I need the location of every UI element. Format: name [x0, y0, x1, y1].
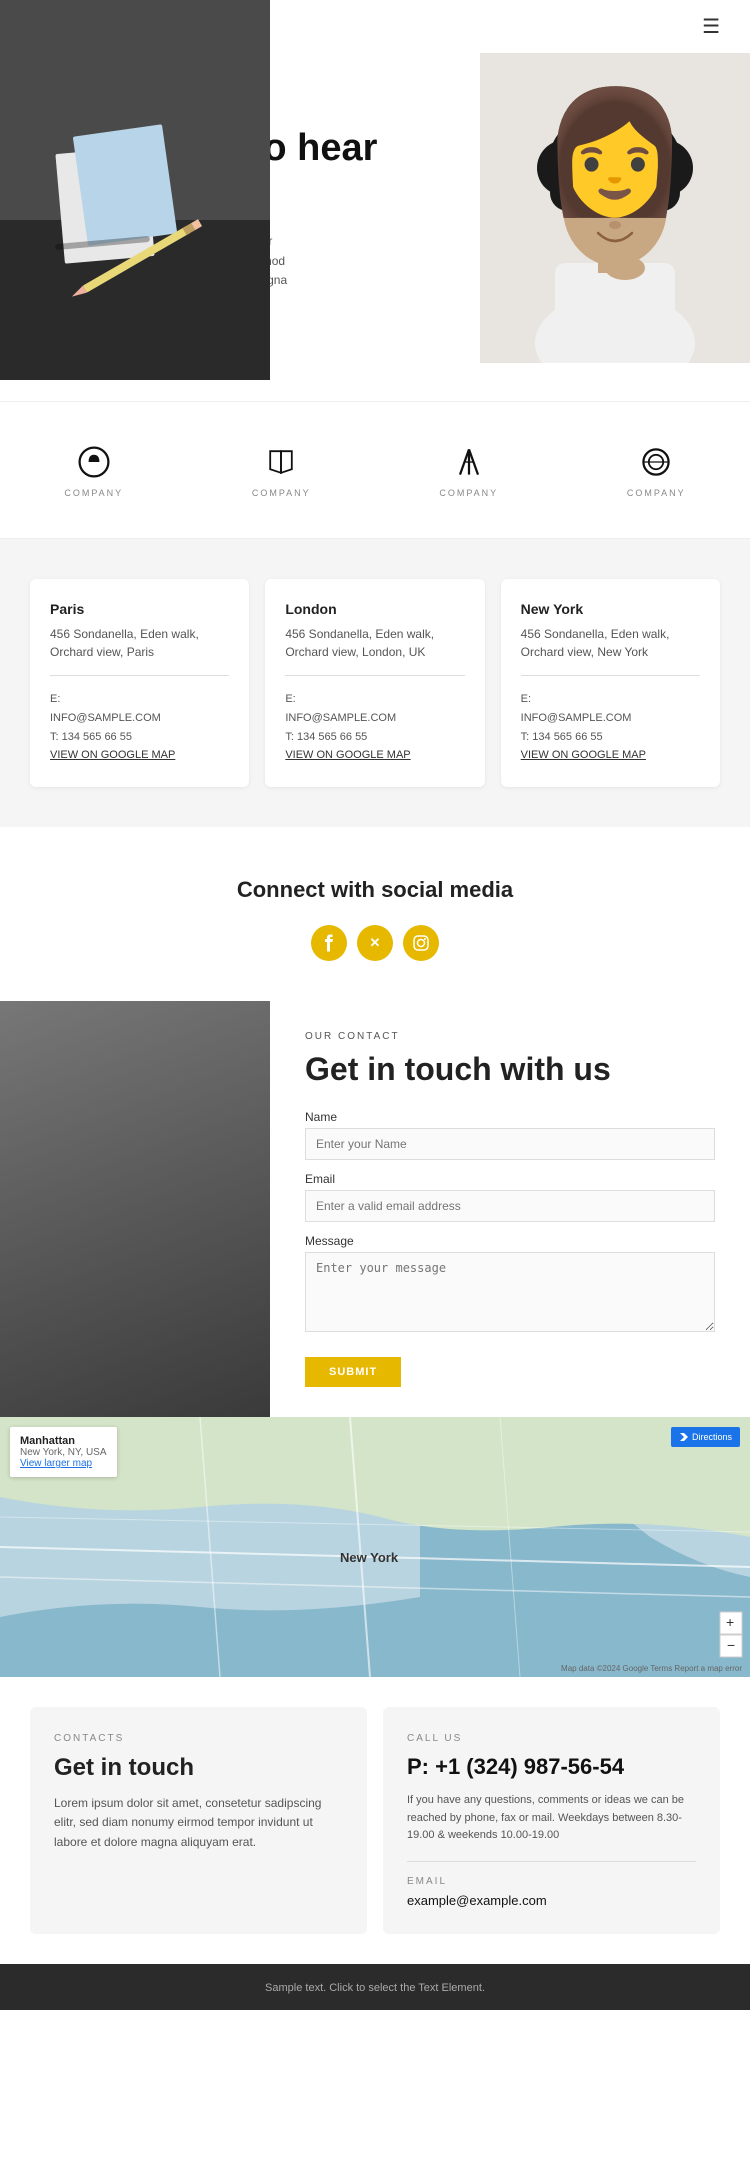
- london-map-link[interactable]: VIEW ON GOOGLE MAP: [285, 749, 410, 761]
- london-phone-label: T:: [285, 731, 294, 743]
- name-input[interactable]: [305, 1128, 715, 1160]
- message-label: Message: [305, 1234, 715, 1248]
- x-twitter-icon[interactable]: ✕: [357, 925, 393, 961]
- map-info-overlay: Manhattan New York, NY, USA View larger …: [10, 1427, 117, 1477]
- london-email: INFO@SAMPLE.COM: [285, 712, 396, 724]
- location-addr-london: 456 Sondanella, Eden walk, Orchard view,…: [285, 625, 464, 661]
- facebook-icon[interactable]: [311, 925, 347, 961]
- logo-label-2: COMPANY: [252, 488, 311, 498]
- logos-section: COMPANY COMPANY COMPANY: [0, 401, 750, 539]
- message-textarea[interactable]: [305, 1252, 715, 1332]
- email-input[interactable]: [305, 1190, 715, 1222]
- location-contact-newyork: E: INFO@SAMPLE.COM T: 134 565 66 55 VIEW…: [521, 690, 700, 765]
- call-us-card: CALL US P: +1 (324) 987-56-54 If you hav…: [383, 1707, 720, 1934]
- social-section: Connect with social media ✕: [0, 827, 750, 1001]
- london-email-label: E:: [285, 693, 295, 705]
- submit-button[interactable]: SUBMIT: [305, 1357, 401, 1387]
- map-placeholder: New York + − Manhattan New York, NY, USA…: [0, 1417, 750, 1677]
- map-copyright: Map data ©2024 Google Terms Report a map…: [561, 1664, 742, 1673]
- location-city-paris: Paris: [50, 601, 229, 617]
- contact-form-tag: OUR CONTACT: [305, 1031, 715, 1042]
- location-contact-paris: E: INFO@SAMPLE.COM T: 134 565 66 55 VIEW…: [50, 690, 229, 765]
- email-address: example@example.com: [407, 1893, 696, 1908]
- contact-form-title: Get in touch with us: [305, 1050, 715, 1088]
- map-state: New York, NY, USA: [20, 1447, 107, 1458]
- logo-label-3: COMPANY: [439, 488, 498, 498]
- logo-icon-4: [636, 442, 676, 482]
- map-directions-button[interactable]: Directions: [671, 1427, 740, 1447]
- contact-form-right: OUR CONTACT Get in touch with us Name Em…: [270, 1001, 750, 1417]
- contact-form-image: [0, 1001, 270, 1417]
- london-phone: 134 565 66 55: [297, 731, 367, 743]
- location-card-london: London 456 Sondanella, Eden walk, Orchar…: [265, 579, 484, 787]
- form-group-name: Name: [305, 1110, 715, 1160]
- logo-label-1: COMPANY: [64, 488, 123, 498]
- form-group-message: Message: [305, 1234, 715, 1337]
- logo-item-4: COMPANY: [563, 432, 750, 508]
- hero-image: [480, 53, 750, 401]
- newyork-email: INFO@SAMPLE.COM: [521, 712, 632, 724]
- contact-form-section: OUR CONTACT Get in touch with us Name Em…: [0, 1001, 750, 1417]
- logo-item-1: COMPANY: [0, 432, 188, 508]
- logo-icon-3: [449, 442, 489, 482]
- location-card-paris: Paris 456 Sondanella, Eden walk, Orchard…: [30, 579, 249, 787]
- paris-phone: 134 565 66 55: [62, 731, 132, 743]
- directions-label: Directions: [692, 1432, 732, 1442]
- newyork-phone-label: T:: [521, 731, 530, 743]
- logo-item-2: COMPANY: [188, 432, 376, 508]
- contacts-title: Get in touch: [54, 1754, 343, 1782]
- bottom-contacts-card: CONTACTS Get in touch Lorem ipsum dolor …: [30, 1707, 367, 1934]
- svg-text:+: +: [726, 1614, 734, 1630]
- contacts-description: Lorem ipsum dolor sit amet, consetetur s…: [54, 1794, 343, 1852]
- location-contact-london: E: INFO@SAMPLE.COM T: 134 565 66 55 VIEW…: [285, 690, 464, 765]
- logo-label-4: COMPANY: [627, 488, 686, 498]
- logo-icon-1: [74, 442, 114, 482]
- map-section: New York + − Manhattan New York, NY, USA…: [0, 1417, 750, 1677]
- instagram-icon[interactable]: [403, 925, 439, 961]
- location-addr-newyork: 456 Sondanella, Eden walk, Orchard view,…: [521, 625, 700, 661]
- location-city-london: London: [285, 601, 464, 617]
- map-view-link[interactable]: View larger map: [20, 1458, 92, 1469]
- locations-section: Paris 456 Sondanella, Eden walk, Orchard…: [0, 539, 750, 827]
- svg-text:−: −: [727, 1637, 735, 1653]
- newyork-map-link[interactable]: VIEW ON GOOGLE MAP: [521, 749, 646, 761]
- social-title: Connect with social media: [30, 877, 720, 903]
- footer: Sample text. Click to select the Text El…: [0, 1964, 750, 2010]
- footer-text: Sample text. Click to select the Text El…: [265, 1982, 485, 1994]
- locations-grid: Paris 456 Sondanella, Eden walk, Orchard…: [30, 579, 720, 787]
- social-icons: ✕: [30, 925, 720, 961]
- newyork-email-label: E:: [521, 693, 531, 705]
- newyork-phone: 134 565 66 55: [532, 731, 602, 743]
- logo-item-3: COMPANY: [375, 432, 563, 508]
- phone-number: P: +1 (324) 987-56-54: [407, 1754, 696, 1780]
- paris-phone-label: T:: [50, 731, 59, 743]
- contact-image-placeholder: [0, 1001, 270, 1417]
- email-label: Email: [305, 1172, 715, 1186]
- svg-text:New York: New York: [340, 1550, 399, 1565]
- location-city-newyork: New York: [521, 601, 700, 617]
- logo-icon-2: [261, 442, 301, 482]
- hero-photo: [480, 53, 750, 363]
- location-addr-paris: 456 Sondanella, Eden walk, Orchard view,…: [50, 625, 229, 661]
- call-description: If you have any questions, comments or i…: [407, 1792, 696, 1845]
- name-label: Name: [305, 1110, 715, 1124]
- hero-person-svg: [480, 53, 750, 363]
- call-us-tag: CALL US: [407, 1733, 696, 1744]
- form-group-email: Email: [305, 1172, 715, 1222]
- map-city: Manhattan: [20, 1435, 107, 1447]
- email-tag: EMAIL: [407, 1861, 696, 1887]
- contacts-tag: CONTACTS: [54, 1733, 343, 1744]
- bottom-contact-section: CONTACTS Get in touch Lorem ipsum dolor …: [0, 1677, 750, 1964]
- location-card-newyork: New York 456 Sondanella, Eden walk, Orch…: [501, 579, 720, 787]
- paris-email-label: E:: [50, 693, 60, 705]
- paris-email: INFO@SAMPLE.COM: [50, 712, 161, 724]
- menu-icon[interactable]: ☰: [702, 14, 720, 39]
- paris-map-link[interactable]: VIEW ON GOOGLE MAP: [50, 749, 175, 761]
